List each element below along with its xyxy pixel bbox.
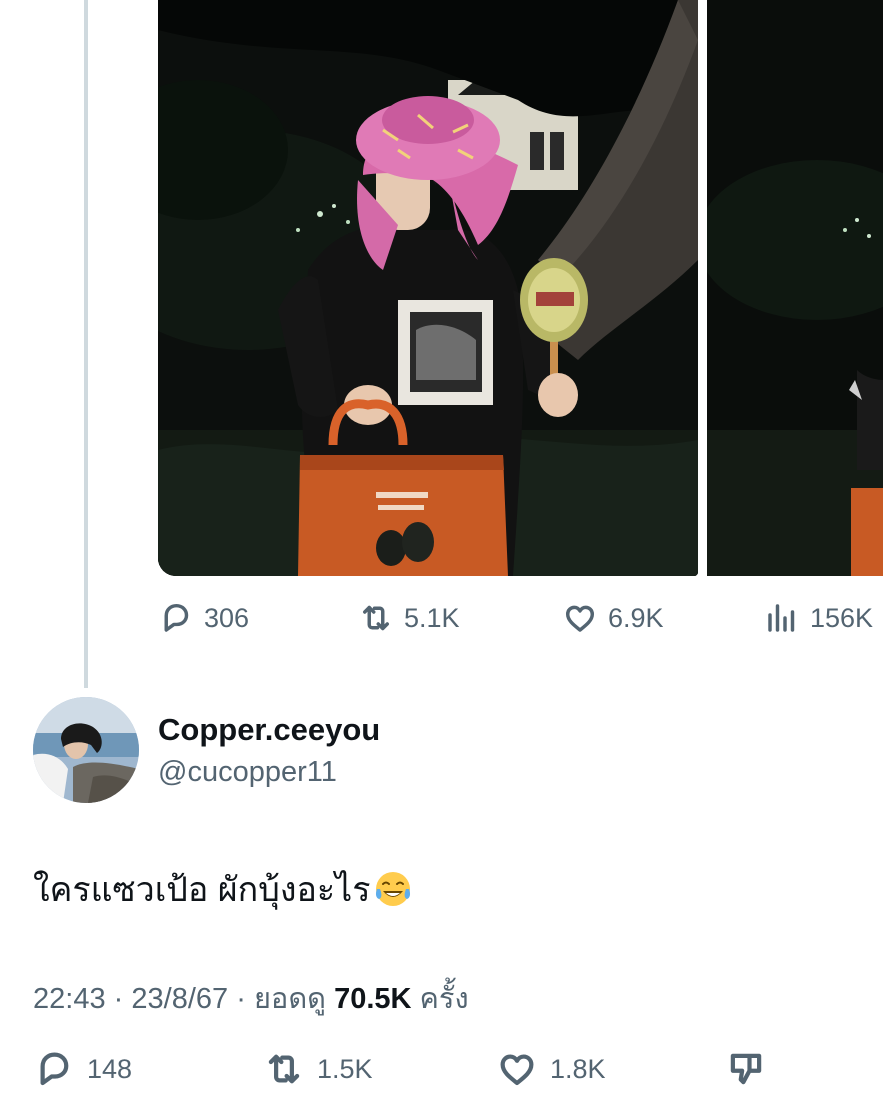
post-text: ใครแซวเป้อ ผักบุ้งอะไร xyxy=(33,862,413,916)
views-count: 156K xyxy=(810,602,874,633)
repost-button[interactable]: 1.5K xyxy=(263,1047,373,1091)
photo-illustration-2 xyxy=(707,0,883,576)
post-actions: 148 1.5K 1.8K xyxy=(33,1047,883,1091)
dislike-button[interactable] xyxy=(725,1047,767,1091)
views-label: ยอดดู xyxy=(253,983,327,1015)
quoted-post-stats: 306 5.1K 6.9K 156K xyxy=(158,596,883,640)
post-meta: 22:43 · 23/8/67 · ยอดดู 70.5K ครั้ง xyxy=(33,975,469,1021)
repost-count: 1.5K xyxy=(317,1053,373,1084)
views-suffix: ครั้ง xyxy=(419,983,469,1015)
views-count-button[interactable]: 156K xyxy=(764,596,873,640)
post-time[interactable]: 22:43 xyxy=(33,983,106,1015)
like-count: 6.9K xyxy=(608,602,664,633)
thread-connector-line xyxy=(84,0,88,688)
like-count-button[interactable]: 6.9K xyxy=(562,596,664,640)
post-date[interactable]: 23/8/67 xyxy=(131,983,228,1015)
repost-icon xyxy=(268,1054,300,1084)
author-display-name[interactable]: Copper.ceeyou xyxy=(158,712,380,748)
media-carousel[interactable] xyxy=(158,0,883,576)
reply-count-button[interactable]: 306 xyxy=(158,596,249,640)
views-total: 70.5K xyxy=(334,983,412,1015)
repost-icon xyxy=(363,605,389,631)
photo-illustration xyxy=(158,0,698,576)
media-photo-1[interactable] xyxy=(158,0,698,576)
repost-count-button[interactable]: 5.1K xyxy=(358,596,460,640)
media-photo-2[interactable] xyxy=(707,0,883,576)
reply-button[interactable]: 148 xyxy=(33,1047,132,1091)
reply-count: 148 xyxy=(87,1053,133,1084)
avatar-photo xyxy=(33,697,139,803)
like-count: 1.8K xyxy=(550,1053,606,1084)
dislike-icon xyxy=(730,1053,762,1085)
meta-separator: · xyxy=(236,983,246,1015)
author-handle[interactable]: @cucopper11 xyxy=(158,756,337,789)
reply-count: 306 xyxy=(204,602,250,633)
like-button[interactable]: 1.8K xyxy=(496,1047,606,1091)
reply-icon xyxy=(164,603,189,632)
repost-count: 5.1K xyxy=(404,602,460,633)
avatar[interactable] xyxy=(33,697,139,803)
post-text-body: ใครแซวเป้อ ผักบุ้งอะไร xyxy=(33,871,371,909)
like-icon xyxy=(565,605,595,632)
reply-icon xyxy=(40,1052,69,1086)
like-icon xyxy=(500,1054,534,1086)
views-icon xyxy=(768,604,795,632)
face-with-tears-of-joy-icon xyxy=(375,872,410,906)
meta-separator: · xyxy=(113,983,124,1015)
